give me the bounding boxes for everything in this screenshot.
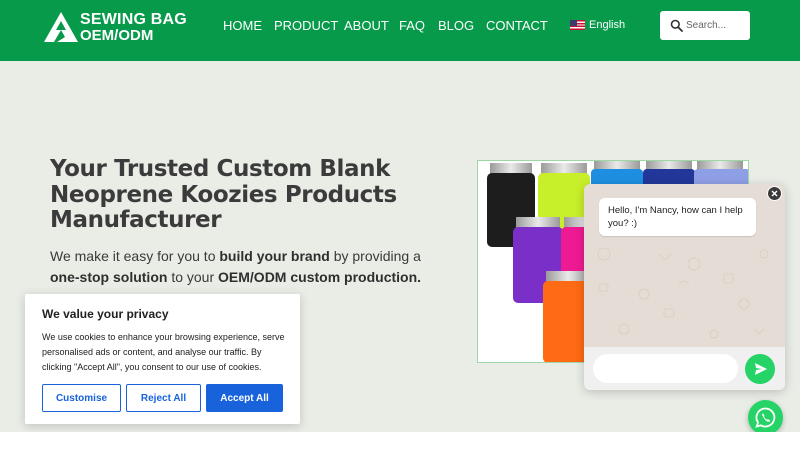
send-icon [755,363,767,375]
us-flag-icon [570,20,585,30]
nav-home[interactable]: HOME [223,18,262,33]
site-logo[interactable]: SEWING BAG OEM/ODM [43,10,193,44]
nav-about[interactable]: ABOUT [344,18,389,33]
chat-footer [584,347,785,390]
reject-all-button[interactable]: Reject All [126,384,201,412]
site-header: SEWING BAG OEM/ODM HOME PRODUCT ABOUT FA… [0,0,800,61]
search-box [660,11,750,40]
nav-contact[interactable]: CONTACT [486,18,548,33]
hero-sub-bold-1: build your brand [219,248,330,264]
whatsapp-button[interactable] [748,400,783,435]
search-input[interactable] [686,17,746,34]
accept-all-button[interactable]: Accept All [206,384,283,412]
language-label: English [589,19,626,31]
search-icon[interactable] [670,19,683,32]
cookie-consent-banner: We value your privacy We use cookies to … [25,294,300,424]
chat-message-input[interactable] [593,354,738,383]
next-section-band [0,432,800,450]
nav-faq[interactable]: FAQ [399,18,425,33]
logo-mark-icon [44,12,78,42]
hero-sub-text-2: by providing a [329,248,421,264]
language-switcher[interactable]: English [570,19,625,31]
hero-sub-text-1: We make it easy for you to [50,248,220,264]
hero-sub-text-3: to your [167,269,219,285]
chat-close-button[interactable] [767,186,782,201]
close-icon [771,190,778,197]
cookie-description: We use cookies to enhance your browsing … [42,332,285,372]
chat-send-button[interactable] [745,354,775,384]
hero-sub-bold-3: OEM/ODM custom production. [218,269,422,285]
logo-text-line2: OEM/ODM [80,27,154,44]
nav-product[interactable]: PRODUCT [274,18,338,33]
hero-title: Your Trusted Custom Blank Neoprene Koozi… [50,156,397,233]
whatsapp-icon [755,407,776,428]
nav-blog[interactable]: BLOG [438,18,474,33]
chat-widget: Hello, I'm Nancy, how can I help you? :) [584,184,785,390]
cookie-title: We value your privacy [42,307,169,321]
customise-button[interactable]: Customise [42,384,121,412]
hero-subtitle: We make it easy for you to build your br… [50,246,450,288]
hero-sub-bold-2: one-stop solution [50,269,168,285]
chat-message-bubble: Hello, I'm Nancy, how can I help you? :) [599,198,756,236]
